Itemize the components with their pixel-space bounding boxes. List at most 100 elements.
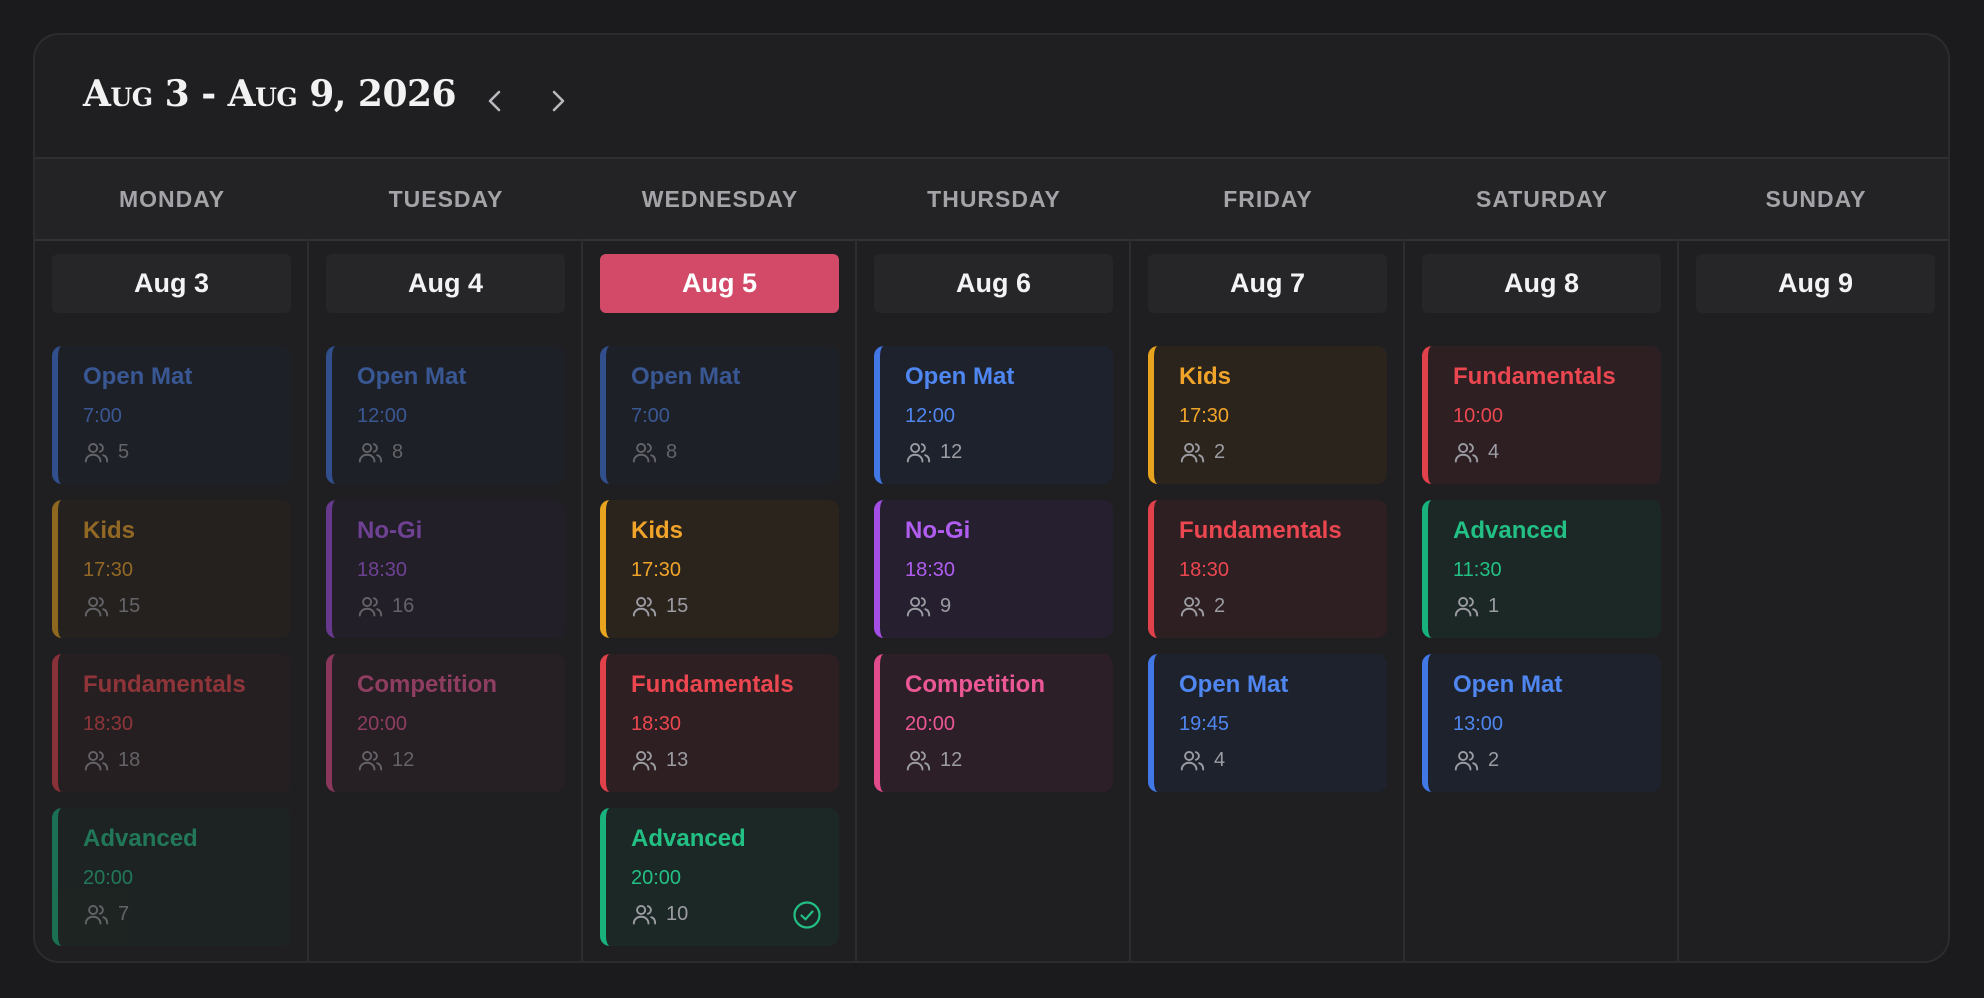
date-pill[interactable]: Aug 9: [1696, 254, 1935, 313]
attendee-count: 2: [1453, 747, 1499, 773]
class-session-card[interactable]: Fundamentals 10:00 4: [1422, 346, 1661, 484]
session-time: 20:00: [357, 713, 408, 735]
weekday-header-row: MONDAY TUESDAY WEDNESDAY THURSDAY FRIDAY SATU…: [35, 159, 1948, 241]
class-session-card[interactable]: Competition 20:00 12: [874, 654, 1113, 792]
class-session-card[interactable]: No-Gi 18:30 9: [874, 500, 1113, 638]
class-session-card[interactable]: Kids 17:30 15: [600, 500, 839, 638]
class-session-card[interactable]: Open Mat 13:00 2: [1422, 654, 1661, 792]
class-session-card[interactable]: Open Mat 12:00 8: [326, 346, 565, 484]
attendee-count-value: 12: [392, 748, 415, 771]
attendee-count-value: 18: [118, 748, 141, 771]
date-pill-today[interactable]: Aug 5: [600, 254, 839, 313]
session-name: Competition: [905, 671, 1045, 698]
class-session-card[interactable]: Fundamentals 18:30 2: [1148, 500, 1387, 638]
class-session-card[interactable]: Open Mat 7:00 8: [600, 346, 839, 484]
class-session-card[interactable]: Open Mat 7:00 5: [52, 346, 291, 484]
class-session-card[interactable]: Open Mat 19:45 4: [1148, 654, 1387, 792]
day-column: Aug 9: [1679, 239, 1948, 961]
class-session-card[interactable]: Advanced 20:00 10: [600, 808, 839, 946]
attendee-count: 15: [83, 593, 140, 619]
weekday-label: TUESDAY: [388, 186, 504, 212]
class-session-card[interactable]: Kids 17:30 2: [1148, 346, 1387, 484]
people-icon: [358, 596, 383, 616]
session-name: Open Mat: [1179, 671, 1289, 698]
people-icon: [632, 596, 657, 616]
people-icon: [1454, 750, 1479, 770]
attendee-count: 1: [1453, 593, 1499, 619]
attendee-count-value: 10: [666, 902, 689, 925]
attendee-count: 12: [905, 439, 962, 465]
attendee-count-value: 1: [1488, 594, 1500, 617]
people-icon: [84, 750, 109, 770]
date-pill[interactable]: Aug 4: [326, 254, 565, 313]
people-icon: [1180, 442, 1205, 462]
people-icon: [632, 904, 657, 924]
attendee-count: 15: [631, 593, 688, 619]
date-pill[interactable]: Aug 8: [1422, 254, 1661, 313]
check-circle-icon: [793, 901, 821, 929]
session-time: 18:30: [631, 713, 682, 735]
attendee-count: 2: [1179, 593, 1225, 619]
class-session-card[interactable]: Advanced 11:30 1: [1422, 500, 1661, 638]
class-session-card[interactable]: Fundamentals 18:30 18: [52, 654, 291, 792]
chevron-right-icon: [552, 90, 565, 112]
session-name: Fundamentals: [1453, 363, 1616, 390]
attendee-count-value: 9: [940, 594, 952, 617]
session-name: Open Mat: [905, 363, 1015, 390]
attendee-count: 9: [905, 593, 951, 619]
class-session-card[interactable]: Kids 17:30 15: [52, 500, 291, 638]
attendee-count: 4: [1179, 747, 1225, 773]
weekday-label: FRIDAY: [1223, 186, 1313, 212]
chevron-left-icon: [488, 90, 501, 112]
session-name: Fundamentals: [631, 671, 794, 698]
session-name: No-Gi: [905, 517, 971, 544]
attendee-count-value: 13: [666, 748, 689, 771]
session-time: 13:00: [1453, 713, 1504, 735]
attendee-count: 7: [83, 901, 129, 927]
session-time: 12:00: [905, 405, 956, 427]
people-icon: [84, 442, 109, 462]
week-calendar: Aug 3 - Aug 9, 2026 MONDAY TUESDAY WEDNESD…: [33, 33, 1950, 963]
session-name: Advanced: [1453, 517, 1568, 544]
attendee-count-value: 2: [1214, 440, 1226, 463]
weekday-label: SUNDAY: [1765, 186, 1867, 212]
attendee-count-value: 7: [118, 902, 130, 925]
people-icon: [1180, 596, 1205, 616]
weekday-label: WEDNESDAY: [641, 186, 799, 212]
session-time: 18:30: [83, 713, 134, 735]
class-session-card[interactable]: Fundamentals 18:30 13: [600, 654, 839, 792]
class-session-card[interactable]: Open Mat 12:00 12: [874, 346, 1113, 484]
previous-week-button[interactable]: [475, 81, 515, 121]
session-name: Fundamentals: [1179, 517, 1342, 544]
class-session-card[interactable]: No-Gi 18:30 16: [326, 500, 565, 638]
session-time: 18:30: [1179, 559, 1230, 581]
session-name: Open Mat: [631, 363, 741, 390]
class-session-card[interactable]: Competition 20:00 12: [326, 654, 565, 792]
session-time: 19:45: [1179, 713, 1230, 735]
session-name: No-Gi: [357, 517, 423, 544]
attendee-count-value: 16: [392, 594, 415, 617]
next-week-button[interactable]: [538, 81, 578, 121]
session-time: 7:00: [631, 405, 670, 427]
attendee-count-value: 2: [1214, 594, 1226, 617]
attendee-count: 8: [357, 439, 403, 465]
class-session-card[interactable]: Advanced 20:00 7: [52, 808, 291, 946]
date-pill[interactable]: Aug 6: [874, 254, 1113, 313]
session-name: Fundamentals: [83, 671, 246, 698]
weekday-label: MONDAY: [118, 186, 226, 212]
day-column: Aug 6 Open Mat 12:00 12 No-Gi 18:30 9 Competiti…: [857, 239, 1131, 961]
attendee-count-value: 15: [118, 594, 141, 617]
attendee-count-value: 12: [940, 748, 963, 771]
attendee-count: 4: [1453, 439, 1499, 465]
people-icon: [906, 442, 931, 462]
session-time: 12:00: [357, 405, 408, 427]
week-range-title: Aug 3 - Aug 9, 2026: [83, 73, 457, 115]
date-pill[interactable]: Aug 3: [52, 254, 291, 313]
session-name: Kids: [1179, 363, 1232, 390]
session-name: Advanced: [631, 825, 746, 852]
date-pill[interactable]: Aug 7: [1148, 254, 1387, 313]
session-time: 20:00: [905, 713, 956, 735]
attendee-count-value: 4: [1488, 440, 1500, 463]
attendee-count-value: 12: [940, 440, 963, 463]
session-name: Open Mat: [357, 363, 467, 390]
